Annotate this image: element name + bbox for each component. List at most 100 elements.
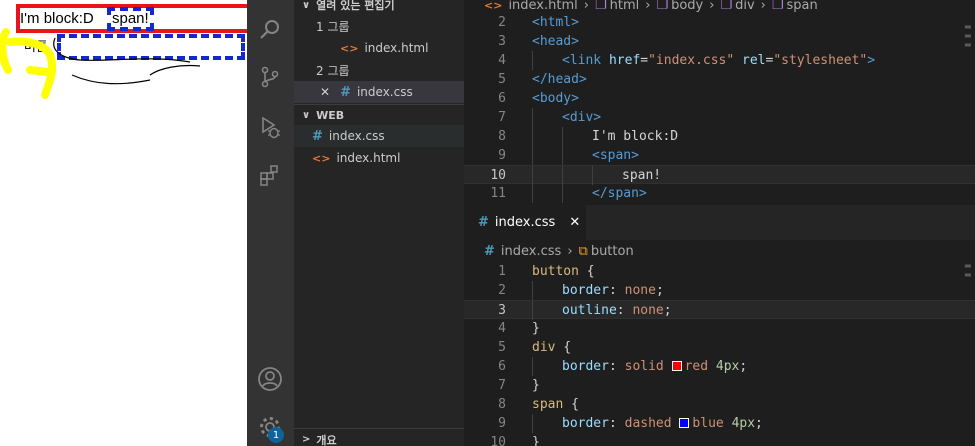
- code-text: border: solid red 4px;: [562, 359, 748, 374]
- code-text: I'm block:D: [592, 129, 679, 144]
- indent-guide: [562, 166, 563, 185]
- line-number: 2: [498, 15, 506, 30]
- file-index-html[interactable]: <> index.html: [294, 147, 464, 169]
- minimap[interactable]: ▬ ▬: [964, 261, 972, 279]
- css-file-icon: #: [484, 243, 495, 259]
- editor-group-1[interactable]: 1 그룹: [294, 15, 464, 37]
- line-number: 2: [498, 283, 506, 298]
- account-icon[interactable]: [255, 364, 285, 394]
- code-text: </head>: [532, 72, 587, 87]
- line-number: 7: [498, 110, 506, 125]
- indent-guide: [532, 146, 533, 165]
- run-debug-icon[interactable]: [255, 112, 285, 142]
- element-icon: ❐: [771, 0, 784, 13]
- chevron-right-icon: >: [302, 434, 311, 445]
- element-icon: ❐: [720, 0, 733, 13]
- line-number: 5: [498, 72, 506, 87]
- activity-bar: [247, 0, 294, 446]
- tab-bar: # index.css ✕: [464, 205, 975, 240]
- code-line[interactable]: 3 outline: none;: [464, 300, 975, 320]
- editor-index-css[interactable]: # index.css ✕ # index.css › ⧉ button 1 bu…: [464, 205, 975, 446]
- line-number: 9: [498, 416, 506, 431]
- indent-guide: [532, 127, 533, 146]
- code-line[interactable]: 3 <head>: [464, 32, 975, 51]
- html-file-icon: <>: [484, 0, 503, 12]
- code-text: <div>: [562, 110, 602, 125]
- line-number: 4: [498, 53, 506, 68]
- code-line[interactable]: 8 I'm block:D: [464, 127, 975, 146]
- code-text: <head>: [532, 34, 579, 49]
- outline-header[interactable]: > 개요: [294, 428, 464, 446]
- code-text: }: [532, 435, 540, 446]
- code-line[interactable]: 7}: [464, 376, 975, 395]
- code-text: button {: [532, 264, 595, 279]
- source-control-icon[interactable]: [255, 62, 285, 92]
- line-number: 7: [498, 378, 506, 393]
- indent-guide: [592, 166, 593, 185]
- indent-guide: [562, 184, 563, 203]
- open-editor-index-html[interactable]: <> index.html: [294, 37, 464, 59]
- code-line[interactable]: 10 span!: [464, 165, 975, 185]
- css-file-icon: #: [312, 128, 323, 144]
- workspace-folder-header[interactable]: ∨ WEB: [294, 104, 464, 126]
- indent-guide: [532, 357, 533, 376]
- indent-guide: [532, 51, 533, 70]
- close-icon[interactable]: ✕: [320, 85, 330, 99]
- code-line[interactable]: 5 </head>: [464, 70, 975, 89]
- code-text: span {: [532, 397, 579, 412]
- code-line[interactable]: 9 border: dashed blue 4px;: [464, 414, 975, 433]
- indent-guide: [532, 108, 533, 127]
- code-text: <link href="index.css" rel="stylesheet">: [562, 53, 876, 68]
- file-index-css[interactable]: # index.css: [294, 125, 464, 147]
- editor-group-2[interactable]: 2 그룹: [294, 59, 464, 81]
- search-icon[interactable]: [255, 14, 285, 44]
- open-editors-header[interactable]: ∨ 열려 있는 편집기: [294, 0, 464, 16]
- code-text: border: dashed blue 4px;: [562, 416, 763, 431]
- breadcrumb-css: # index.css › ⧉ button: [484, 243, 634, 259]
- code-line[interactable]: 8 span {: [464, 395, 975, 414]
- chevron-down-icon: ∨: [302, 109, 311, 121]
- element-icon: ❐: [656, 0, 669, 13]
- code-text: }: [532, 378, 540, 393]
- editor-index-html[interactable]: <> index.html › ❐ html › ❐ body › ❐ div …: [464, 0, 975, 205]
- explorer-panel: ∨ 열려 있는 편집기 1 그룹 <> index.html 2 그룹 ✕ # …: [294, 0, 464, 446]
- selector-icon: ⧉: [578, 243, 588, 259]
- code-text: border: none;: [562, 283, 664, 298]
- line-number: 1: [498, 264, 506, 279]
- color-swatch-icon[interactable]: [679, 418, 690, 428]
- css-file-icon: #: [478, 215, 489, 230]
- line-number: 4: [498, 321, 506, 336]
- indent-guide: [532, 184, 533, 203]
- code-line[interactable]: 2 <html>: [464, 13, 975, 32]
- code-text: <span>: [592, 148, 639, 163]
- close-icon[interactable]: ✕: [569, 215, 580, 230]
- code-line[interactable]: 6 border: solid red 4px;: [464, 357, 975, 376]
- tab-index-css[interactable]: # index.css ✕: [464, 205, 586, 240]
- code-line[interactable]: 9 <span>: [464, 146, 975, 165]
- html-file-icon: <>: [340, 41, 359, 55]
- code-text: outline: none;: [562, 303, 672, 318]
- line-number: 3: [498, 303, 506, 318]
- code-line[interactable]: 11 </span>: [464, 184, 975, 203]
- code-line[interactable]: 6 <body>: [464, 89, 975, 108]
- open-editor-index-css[interactable]: ✕ # index.css: [294, 81, 464, 103]
- code-text: <body>: [532, 91, 579, 106]
- code-line[interactable]: 7 <div>: [464, 108, 975, 127]
- code-line[interactable]: 2 border: none;: [464, 281, 975, 300]
- code-line[interactable]: 5 div {: [464, 338, 975, 357]
- code-line[interactable]: 1 button {: [464, 262, 975, 281]
- annotation-scribble: [0, 28, 201, 99]
- color-swatch-icon[interactable]: [671, 361, 682, 371]
- code-line[interactable]: 4}: [464, 319, 975, 338]
- minimap[interactable]: ▬ ▬ ▬: [964, 22, 972, 49]
- indent-guide: [532, 414, 533, 433]
- line-number: 6: [498, 91, 506, 106]
- line-number: 11: [490, 186, 506, 201]
- indent-guide: [532, 166, 533, 185]
- code-line[interactable]: 10}: [464, 433, 975, 446]
- code-line[interactable]: 4 <link href="index.css" rel="stylesheet"…: [464, 51, 975, 70]
- element-icon: ❐: [594, 0, 607, 13]
- css-file-icon: #: [340, 84, 351, 100]
- line-number: 5: [498, 340, 506, 355]
- extensions-icon[interactable]: [255, 160, 285, 190]
